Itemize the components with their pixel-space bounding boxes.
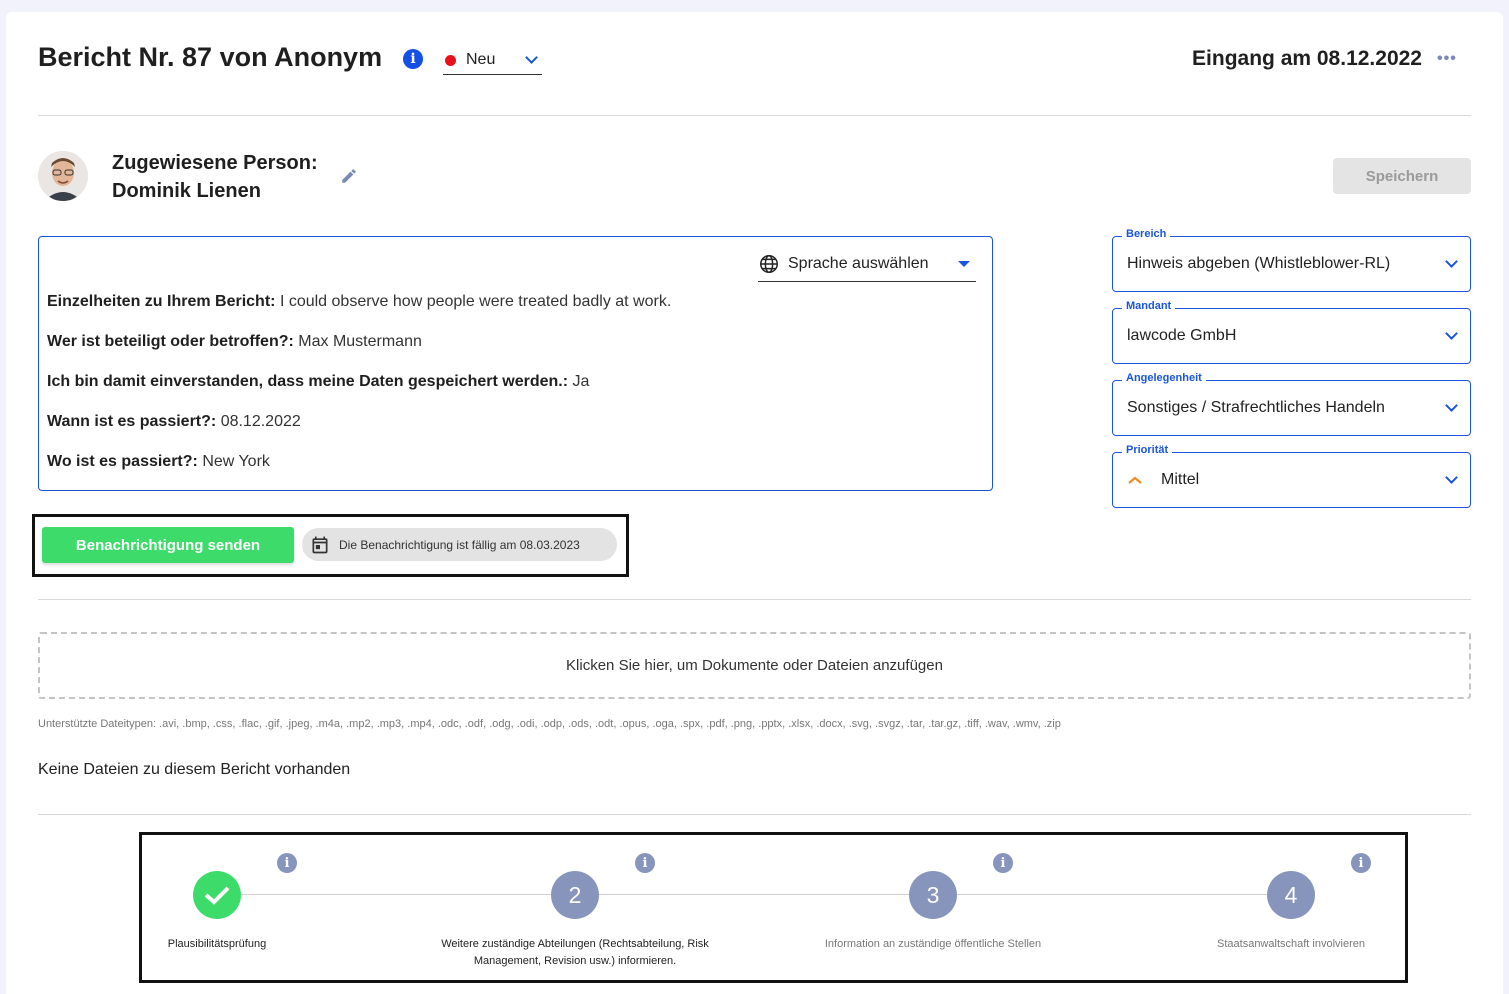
angelegenheit-label: Angelegenheit — [1122, 372, 1206, 384]
mandant-label: Mandant — [1122, 300, 1176, 312]
highlight-frame — [139, 832, 1408, 983]
status-dropdown[interactable]: Neu — [443, 46, 542, 75]
bereich-label: Bereich — [1122, 228, 1171, 240]
priority-medium-icon — [1127, 475, 1143, 485]
send-notification-button[interactable]: Benachrichtigung senden — [42, 527, 294, 563]
status-dot-icon — [445, 54, 456, 66]
divider — [38, 599, 1471, 600]
edit-pencil-icon[interactable] — [340, 167, 358, 185]
step-2-info-icon[interactable]: i — [635, 853, 655, 873]
caret-down-icon — [958, 261, 970, 267]
received-date: Eingang am 08.12.2022 — [1192, 47, 1422, 70]
avatar — [38, 151, 88, 201]
step-4-label: Staatsanwaltschaft involvieren — [1217, 938, 1365, 950]
page-title: Bericht Nr. 87 von Anonym — [38, 42, 383, 72]
globe-icon — [758, 253, 780, 275]
file-upload-dropzone[interactable]: Klicken Sie hier, um Dokumente oder Date… — [38, 632, 1471, 699]
report-field: Wer ist beteiligt oder betroffen?: Max M… — [47, 333, 422, 350]
bereich-select[interactable]: Bereich Hinweis abgeben (Whistleblower-R… — [1112, 228, 1471, 292]
step-4-info-icon[interactable]: i — [1351, 853, 1371, 873]
step-1-done[interactable] — [193, 871, 241, 919]
mandant-select[interactable]: Mandant lawcode GmbH — [1112, 300, 1471, 364]
step-3-label: Information an zuständige öffentliche St… — [824, 938, 1042, 950]
language-select[interactable]: Sprache auswählen — [758, 247, 976, 282]
step-2[interactable]: 2 — [551, 871, 599, 919]
step-3-info-icon[interactable]: i — [993, 853, 1013, 873]
step-2-label: Weitere zuständige Abteilungen (Rechtsab… — [441, 938, 709, 967]
angelegenheit-value: Sonstiges / Strafrechtliches Handeln — [1127, 399, 1385, 416]
chevron-down-icon — [1445, 327, 1458, 340]
supported-file-types: Unterstützte Dateitypen: .avi, .bmp, .cs… — [38, 718, 1061, 730]
check-icon — [204, 886, 230, 905]
calendar-icon — [310, 535, 330, 555]
step-3[interactable]: 3 — [909, 871, 957, 919]
language-select-label: Sprache auswählen — [788, 255, 929, 272]
report-field: Einzelheiten zu Ihrem Bericht: I could o… — [47, 293, 672, 310]
chevron-down-icon — [1445, 471, 1458, 484]
step-1-info-icon[interactable]: i — [277, 853, 297, 873]
chevron-down-icon — [1445, 399, 1458, 412]
save-button[interactable]: Speichern — [1333, 158, 1471, 194]
assignee-label: Zugewiesene Person: — [112, 152, 318, 174]
mandant-value: lawcode GmbH — [1127, 327, 1237, 344]
step-1-label: Plausibilitätsprüfung — [167, 938, 267, 950]
prioritaet-value: Mittel — [1161, 471, 1200, 488]
report-field: Wo ist es passiert?: New York — [47, 453, 270, 470]
no-files-message: Keine Dateien zu diesem Bericht vorhande… — [38, 761, 351, 778]
due-date-text: Die Benachrichtigung ist fällig am 08.03… — [339, 537, 580, 552]
stepper-line — [217, 894, 1291, 895]
report-field: Ich bin damit einverstanden, dass meine … — [47, 373, 590, 390]
prioritaet-select[interactable]: Priorität Mittel — [1112, 444, 1471, 508]
info-icon[interactable]: i — [403, 49, 423, 69]
assignee-block: Zugewiesene Person: Dominik Lienen — [112, 149, 318, 205]
report-field: Wann ist es passiert?: 08.12.2022 — [47, 413, 301, 430]
divider — [38, 814, 1471, 815]
status-label: Neu — [466, 51, 496, 68]
prioritaet-label: Priorität — [1122, 444, 1173, 456]
due-date-chip: Die Benachrichtigung ist fällig am 08.03… — [302, 528, 617, 561]
step-4[interactable]: 4 — [1267, 871, 1315, 919]
chevron-down-icon — [525, 51, 538, 64]
chevron-down-icon — [1445, 255, 1458, 268]
more-horizontal-icon[interactable]: ••• — [1437, 50, 1457, 68]
bereich-value: Hinweis abgeben (Whistleblower-RL) — [1127, 255, 1391, 272]
angelegenheit-select[interactable]: Angelegenheit Sonstiges / Strafrechtlich… — [1112, 372, 1471, 436]
divider — [38, 115, 1471, 116]
assignee-name: Dominik Lienen — [112, 180, 261, 202]
